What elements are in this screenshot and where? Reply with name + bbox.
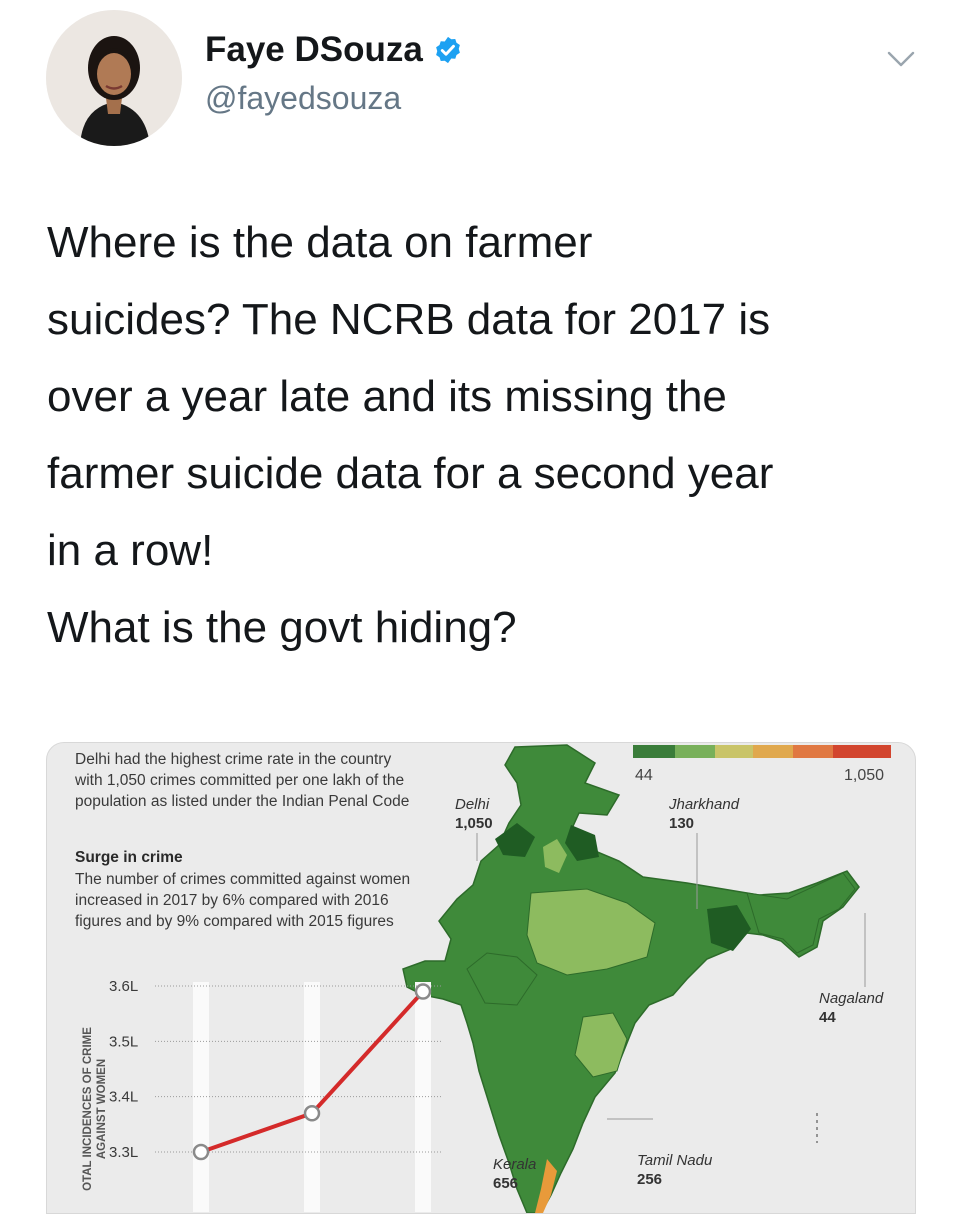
tweet-line: in a row! bbox=[47, 526, 214, 575]
data-point bbox=[303, 1105, 321, 1122]
author-handle[interactable]: @fayedsouza bbox=[205, 80, 401, 117]
crime-line-chart: 3.6L 3.5L 3.4L 3.3L bbox=[109, 978, 442, 1212]
tweet-line: What is the govt hiding? bbox=[47, 603, 517, 652]
tweet-line: Where is the data on farmer bbox=[47, 218, 593, 267]
verified-badge-icon bbox=[435, 36, 460, 64]
tweet-text: Where is the data on farmer suicides? Th… bbox=[47, 204, 927, 666]
author-row: Faye DSouza bbox=[205, 30, 463, 70]
chevron-down-icon[interactable] bbox=[886, 48, 916, 70]
avatar[interactable] bbox=[46, 10, 182, 146]
y-tick-label: 3.3L bbox=[109, 1144, 138, 1161]
data-point bbox=[414, 983, 432, 1000]
tweet-line: suicides? The NCRB data for 2017 is bbox=[47, 295, 771, 344]
tweet-media-image[interactable]: Delhi had the highest crime rate in the … bbox=[46, 742, 916, 1214]
y-tick-label: 3.5L bbox=[109, 1033, 138, 1050]
tweet-line: farmer suicide data for a second year bbox=[47, 449, 774, 498]
avatar-image bbox=[46, 10, 182, 146]
author-name[interactable]: Faye DSouza bbox=[205, 30, 423, 70]
y-tick-label: 3.4L bbox=[109, 1089, 138, 1106]
data-point bbox=[192, 1143, 210, 1161]
tweet-line: over a year late and its missing the bbox=[47, 372, 727, 421]
y-tick-label: 3.6L bbox=[109, 978, 138, 995]
